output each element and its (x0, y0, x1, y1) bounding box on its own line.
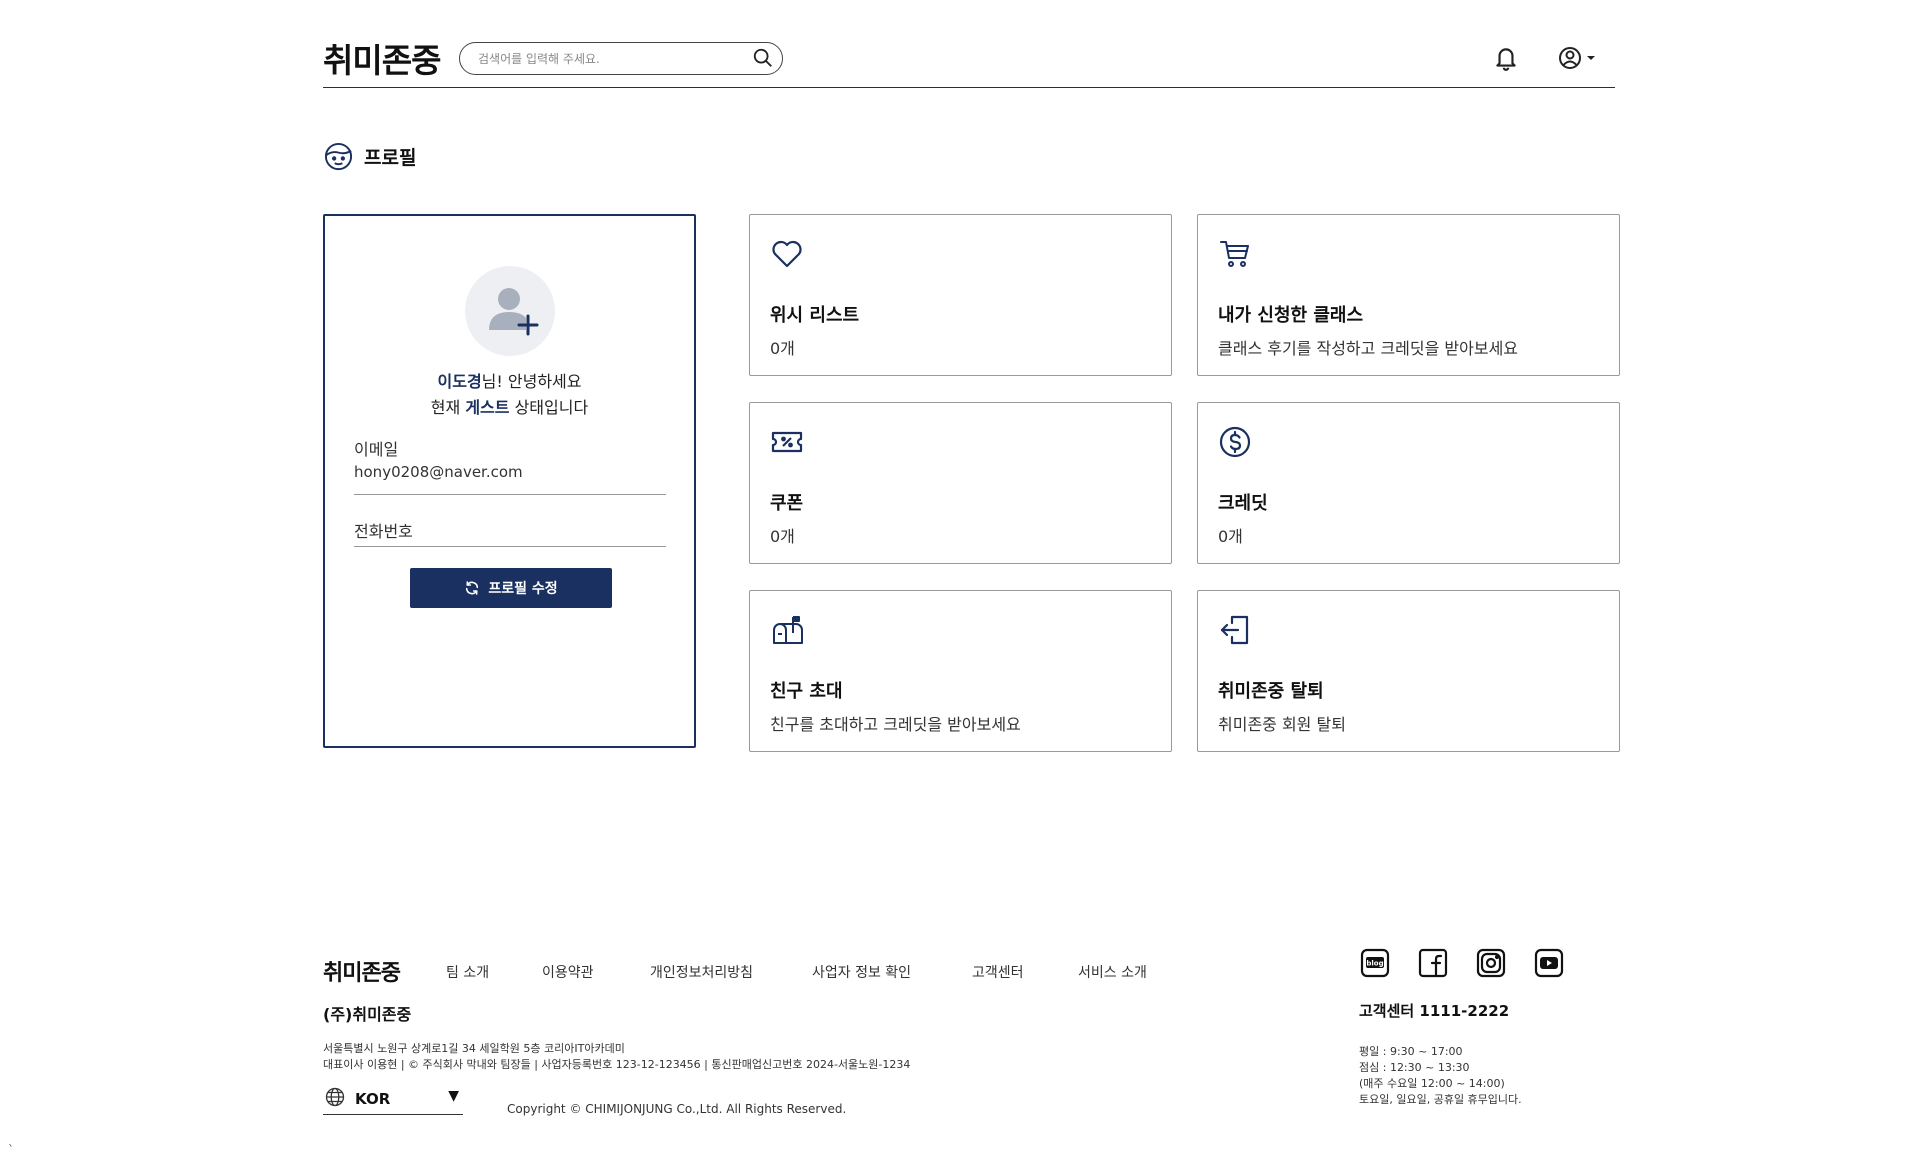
card-desc: 0개 (1218, 527, 1243, 546)
dollar-icon (1219, 426, 1251, 458)
card-desc: 0개 (770, 339, 795, 358)
search-bar[interactable] (459, 42, 783, 75)
divider (354, 494, 666, 495)
blog-icon-text: blog (1366, 960, 1383, 968)
dropdown-arrow-icon: ▼ (448, 1088, 459, 1104)
company-info: 대표이사 이용현 | © 주식회사 막내와 팀장들 | 사업자등록번호 123-… (323, 1058, 911, 1071)
logo[interactable]: 취미존중 (323, 34, 441, 82)
add-user-icon (489, 288, 539, 336)
mailbox-icon (773, 616, 803, 644)
footer-link-about[interactable]: 서비스 소개 (1078, 962, 1147, 982)
support-hours: 토요일, 일요일, 공휴일 휴무입니다. (1359, 1093, 1522, 1106)
email-value: hony0208@naver.com (354, 463, 523, 481)
coupon-icon (771, 431, 803, 453)
edit-profile-label: 프로필 수정 (488, 581, 558, 597)
support-phone: 고객센터 1111-2222 (1359, 1002, 1510, 1020)
card-desc: 클래스 후기를 작성하고 크레딧을 받아보세요 (1218, 339, 1519, 358)
status-badge: 게스트 (465, 398, 510, 417)
card-desc: 친구를 초대하고 크레딧을 받아보세요 (770, 715, 1021, 734)
globe-icon (325, 1087, 345, 1107)
face-icon (324, 142, 353, 170)
heart-icon (772, 240, 802, 268)
search-input[interactable] (478, 49, 738, 68)
blog-icon[interactable]: blog (1359, 947, 1391, 979)
greeting: 이도경님! 안녕하세요 (325, 368, 694, 392)
footer-logo[interactable]: 취미존중 (323, 955, 401, 987)
youtube-icon[interactable] (1533, 947, 1565, 979)
support-hours: 평일 : 9:30 ~ 17:00 (1359, 1045, 1463, 1058)
card-desc: 0개 (770, 527, 795, 546)
status-line: 현재 게스트 상태입니다 (325, 394, 694, 418)
card-withdraw[interactable]: 취미존중 탈퇴 취미존중 회원 탈퇴 (1197, 590, 1620, 752)
card-title: 크레딧 (1218, 493, 1268, 514)
company-address: 서울특별시 노원구 상계로1길 34 세일학원 5층 코리아IT아카데미 (323, 1042, 625, 1055)
card-invite-friend[interactable]: 친구 초대 친구를 초대하고 크레딧을 받아보세요 (749, 590, 1172, 752)
search-icon[interactable] (752, 47, 774, 69)
logout-icon (1220, 615, 1249, 645)
language-value: KOR (355, 1090, 391, 1108)
card-title: 위시 리스트 (770, 305, 860, 326)
avatar[interactable] (465, 266, 555, 356)
card-credit[interactable]: 크레딧 0개 (1197, 402, 1620, 564)
card-title: 취미존중 탈퇴 (1218, 681, 1324, 702)
card-my-classes[interactable]: 내가 신청한 클래스 클래스 후기를 작성하고 크레딧을 받아보세요 (1197, 214, 1620, 376)
status-suffix: 상태입니다 (509, 398, 589, 417)
copyright: Copyright © CHIMIJONJUNG Co.,Ltd. All Ri… (507, 1102, 847, 1116)
facebook-icon[interactable] (1417, 947, 1449, 979)
header: 취미존중 (323, 30, 1615, 88)
footer-link-privacy[interactable]: 개인정보처리방침 (650, 962, 753, 982)
bell-icon[interactable] (1493, 44, 1519, 72)
support-hours: (매주 수요일 12:00 ~ 14:00) (1359, 1077, 1505, 1090)
footer-link-team[interactable]: 팀 소개 (446, 962, 489, 982)
card-coupon[interactable]: 쿠폰 0개 (749, 402, 1172, 564)
greeting-text: 님! 안녕하세요 (481, 372, 582, 391)
edit-profile-button[interactable]: 프로필 수정 (410, 568, 612, 608)
page-title: 프로필 (364, 146, 417, 169)
refresh-icon (466, 581, 479, 595)
card-title: 친구 초대 (770, 681, 843, 702)
card-title: 쿠폰 (770, 493, 804, 514)
company-name: (주)취미존중 (323, 1005, 412, 1024)
card-desc: 취미존중 회원 탈퇴 (1218, 715, 1346, 734)
language-select[interactable]: KOR ▼ (323, 1085, 463, 1115)
phone-label: 전화번호 (354, 522, 413, 541)
cart-icon (1220, 241, 1249, 267)
user-name: 이도경 (437, 372, 482, 391)
stray-mark: ` (8, 1143, 14, 1157)
footer-link-support[interactable]: 고객센터 (972, 962, 1024, 982)
instagram-icon[interactable] (1475, 947, 1507, 979)
support-hours: 점심 : 12:30 ~ 13:30 (1359, 1061, 1470, 1074)
divider (354, 546, 666, 547)
footer-link-business-info[interactable]: 사업자 정보 확인 (812, 962, 911, 982)
card-wishlist[interactable]: 위시 리스트 0개 (749, 214, 1172, 376)
status-prefix: 현재 (430, 398, 466, 417)
card-title: 내가 신청한 클래스 (1218, 305, 1364, 326)
user-menu-icon[interactable] (1557, 44, 1601, 72)
footer-link-terms[interactable]: 이용약관 (542, 962, 594, 982)
email-label: 이메일 (354, 440, 399, 459)
section-header: 프로필 (323, 140, 416, 172)
profile-card: 이도경님! 안녕하세요 현재 게스트 상태입니다 이메일 hony0208@na… (323, 214, 696, 748)
